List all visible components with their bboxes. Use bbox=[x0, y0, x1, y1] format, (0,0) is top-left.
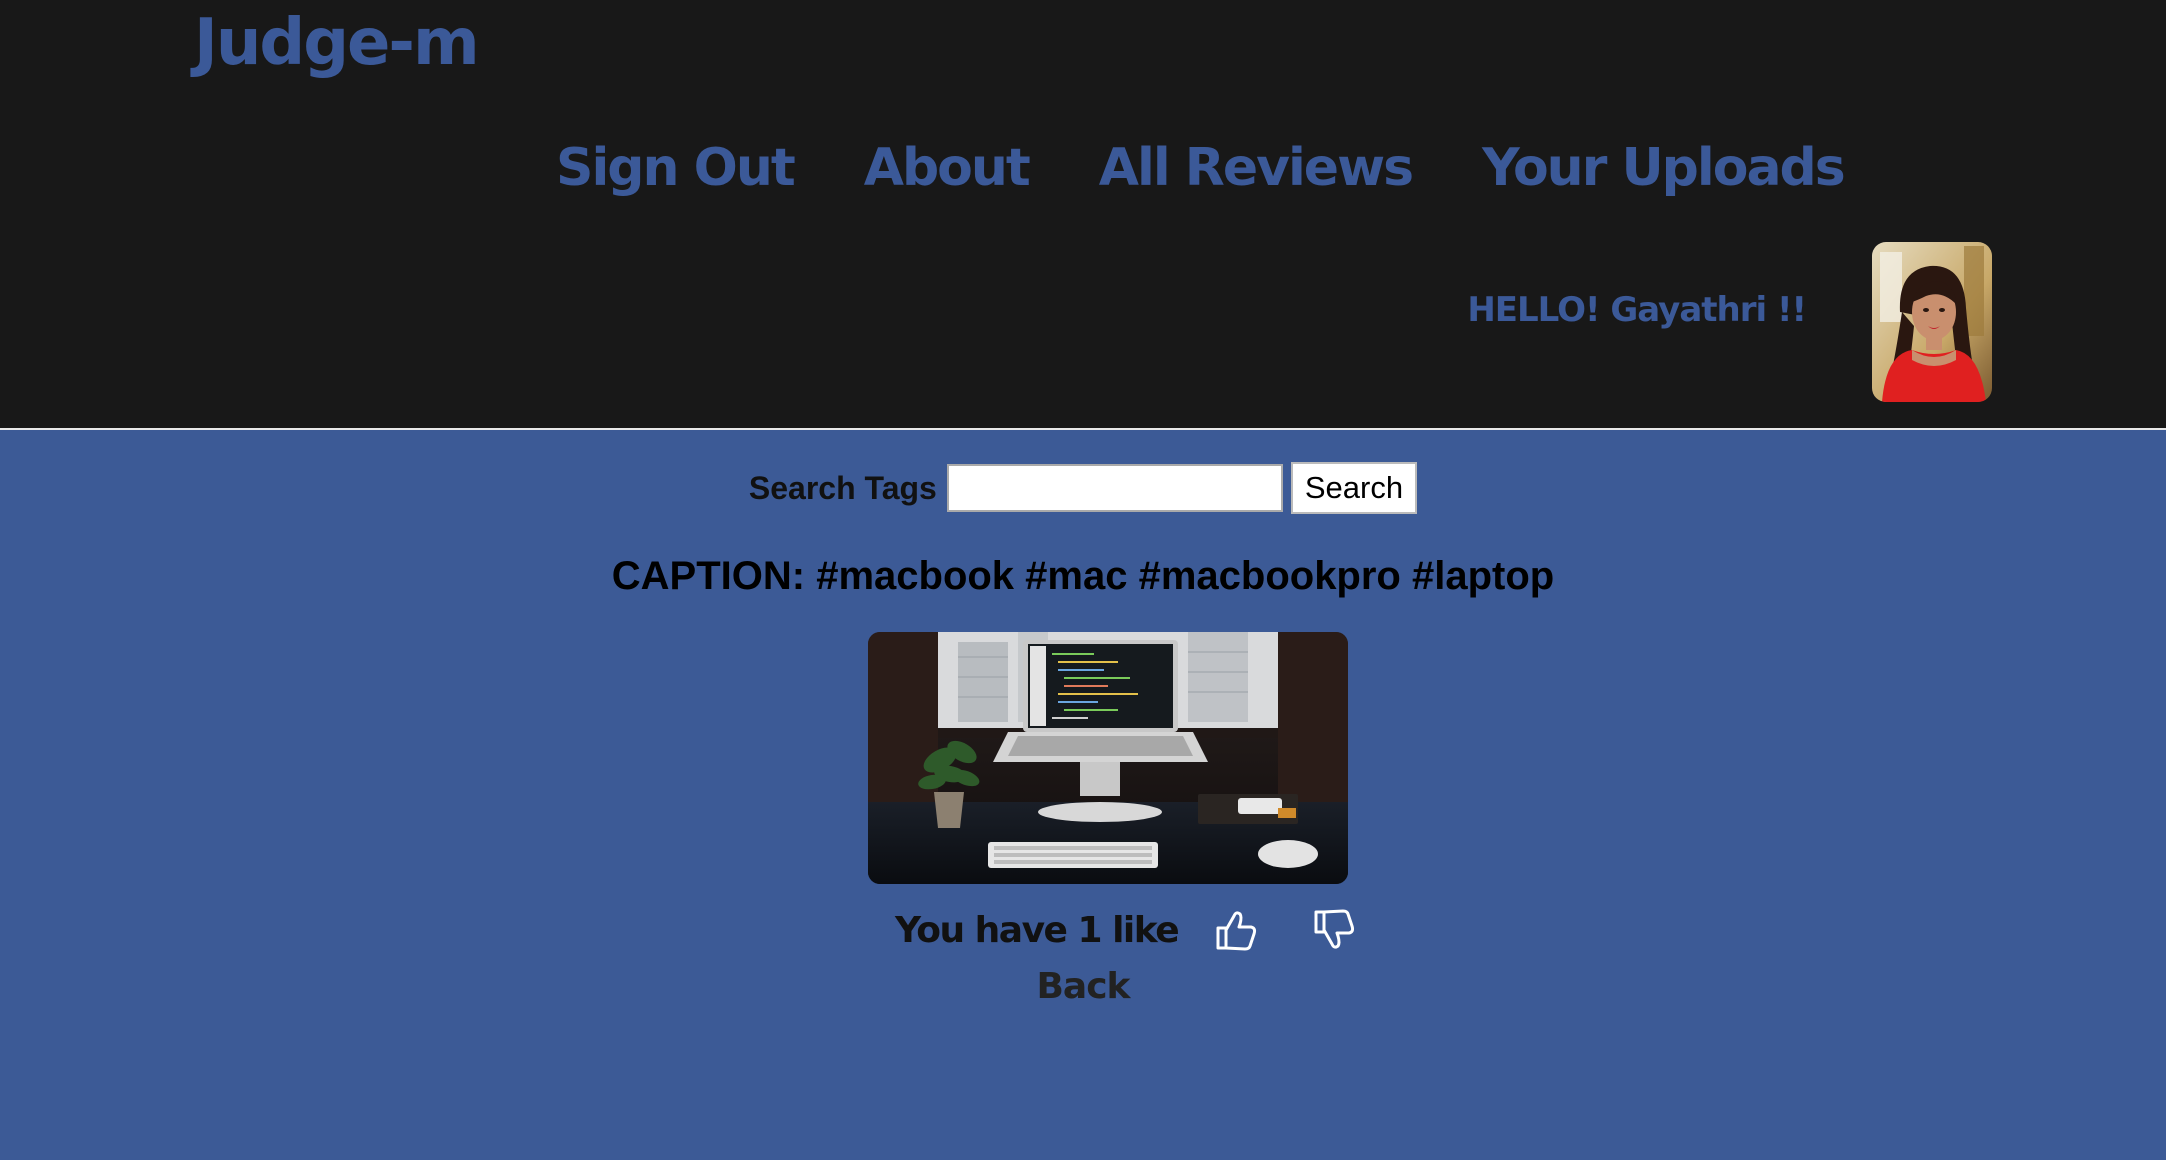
thumbs-down-icon[interactable] bbox=[1310, 906, 1358, 954]
nav-about[interactable]: About bbox=[864, 138, 1031, 198]
likes-count-text: You have 1 like bbox=[895, 909, 1180, 951]
post-caption: CAPTION: #macbook #mac #macbookpro #lapt… bbox=[611, 554, 1555, 598]
site-header: Judge-m Sign Out About All Reviews Your … bbox=[0, 0, 2166, 430]
search-bar: Search Tags Search bbox=[0, 462, 2166, 514]
main-nav: Sign Out About All Reviews Your Uploads bbox=[556, 138, 1846, 198]
back-link[interactable]: Back bbox=[1036, 966, 1130, 1007]
user-avatar bbox=[1872, 242, 1992, 402]
search-tags-label: Search Tags bbox=[748, 469, 937, 506]
nav-your-uploads[interactable]: Your Uploads bbox=[1482, 138, 1846, 198]
search-button[interactable]: Search bbox=[1290, 462, 1418, 514]
post-image bbox=[868, 632, 1348, 884]
likes-row: You have 1 like bbox=[895, 906, 1358, 954]
search-tags-input[interactable] bbox=[946, 464, 1283, 512]
site-logo[interactable]: Judge-m bbox=[194, 6, 480, 80]
post-photo bbox=[868, 632, 1348, 884]
user-greeting: HELLO! Gayathri !! bbox=[1467, 290, 1807, 330]
thumbs-up-icon[interactable] bbox=[1212, 906, 1260, 954]
avatar-photo bbox=[1872, 242, 1992, 402]
back-link-container: Back bbox=[0, 966, 2166, 1007]
nav-sign-out[interactable]: Sign Out bbox=[556, 138, 796, 198]
nav-all-reviews[interactable]: All Reviews bbox=[1099, 138, 1414, 198]
